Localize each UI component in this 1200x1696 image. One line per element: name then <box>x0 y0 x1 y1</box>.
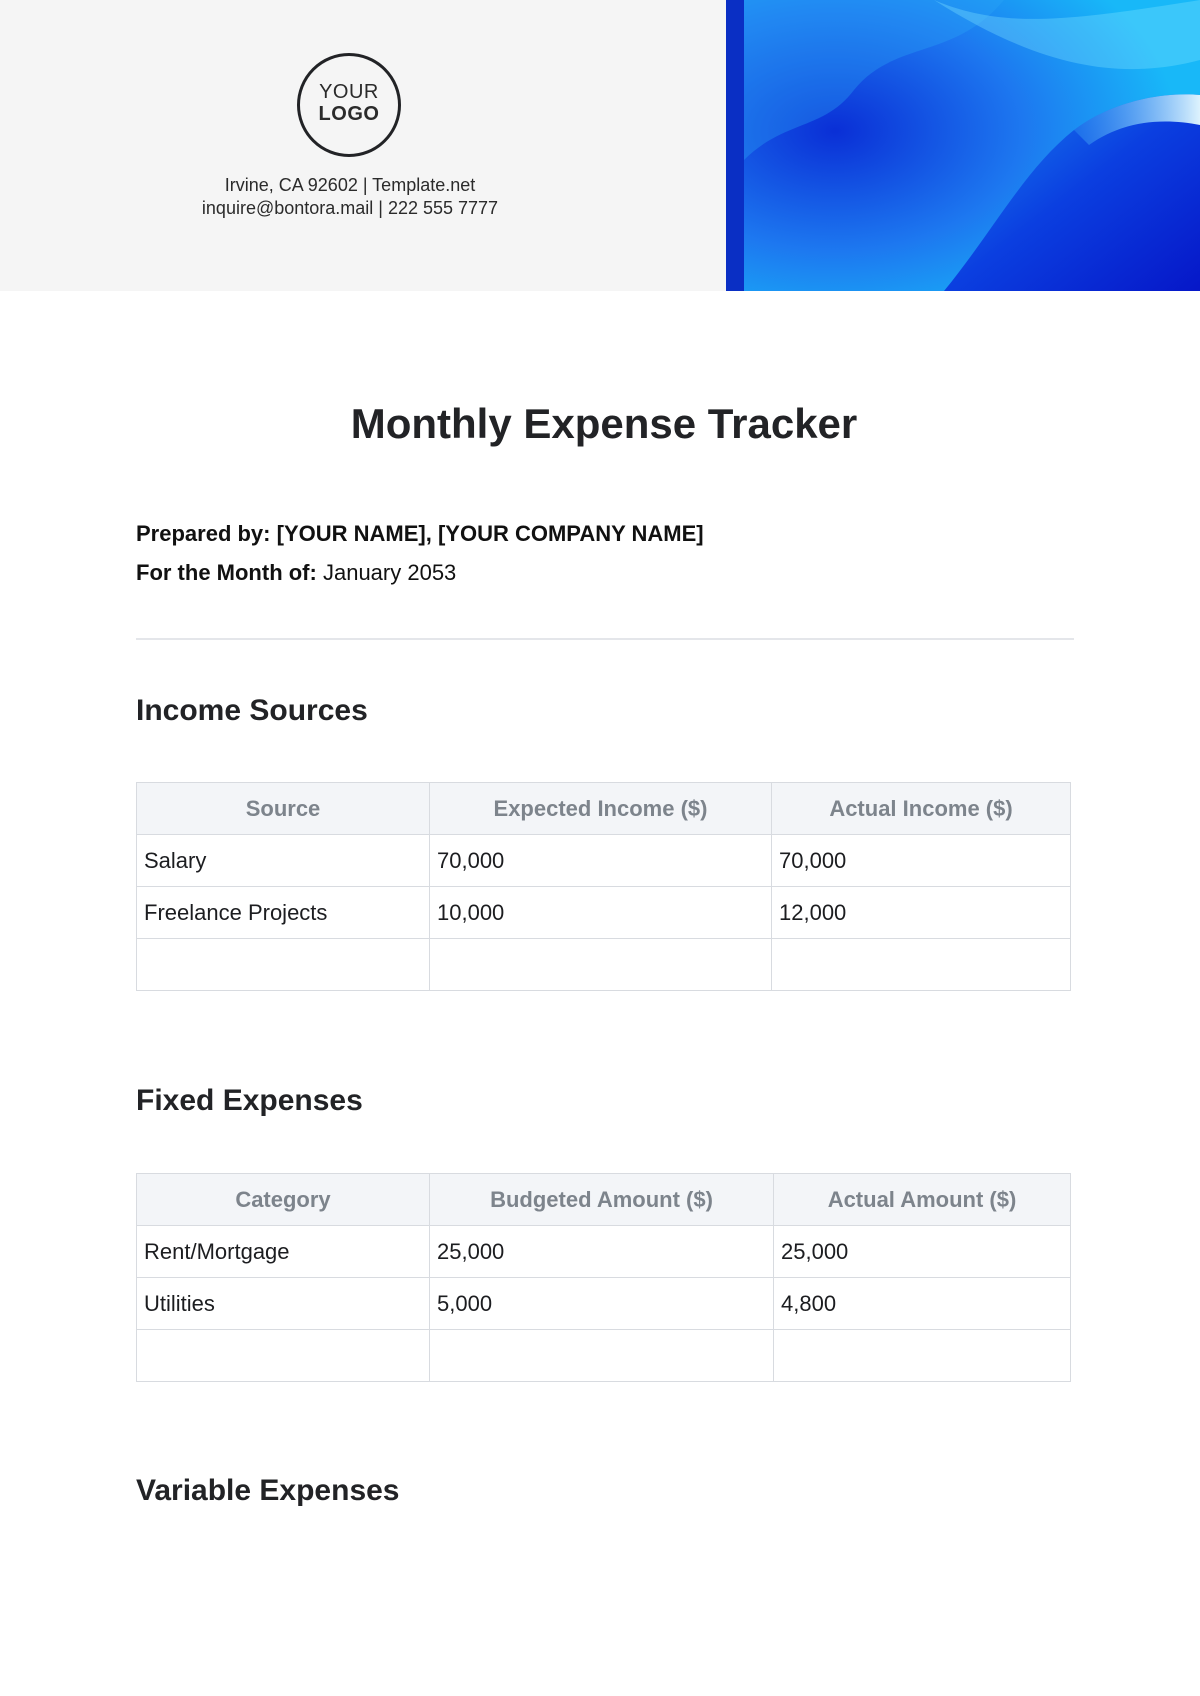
column-header: Actual Amount ($) <box>773 1173 1071 1226</box>
table-cell: Rent/Mortgage <box>136 1225 430 1278</box>
table-cell: Utilities <box>136 1277 430 1330</box>
column-header: Source <box>136 782 430 835</box>
column-header: Budgeted Amount ($) <box>429 1173 774 1226</box>
table-header-row: Source Expected Income ($) Actual Income… <box>136 782 1071 835</box>
table-cell: 5,000 <box>429 1277 774 1330</box>
table-cell <box>429 1329 774 1382</box>
month-label: For the Month of: <box>136 560 317 585</box>
fixed-expenses-table: Category Budgeted Amount ($) Actual Amou… <box>136 1173 1071 1382</box>
table-cell <box>429 938 772 991</box>
header-decorative-wave-image <box>744 0 1200 291</box>
table-cell: 10,000 <box>429 886 772 939</box>
table-cell: 70,000 <box>429 834 772 887</box>
header-accent-stripe <box>726 0 744 291</box>
header-info-panel: YOUR LOGO Irvine, CA 92602 | Template.ne… <box>0 0 726 291</box>
month-line: For the Month of: January 2053 <box>136 560 456 586</box>
table-row <box>136 938 1071 991</box>
month-value: January 2053 <box>322 560 457 585</box>
table-cell: 70,000 <box>771 834 1071 887</box>
column-header: Expected Income ($) <box>429 782 772 835</box>
column-header: Actual Income ($) <box>771 782 1071 835</box>
company-logo: YOUR LOGO <box>297 53 401 157</box>
table-row: Utilities 5,000 4,800 <box>136 1277 1071 1330</box>
fixed-expenses-section-title: Fixed Expenses <box>136 1084 363 1117</box>
prepared-by-label: Prepared by: <box>136 521 271 546</box>
table-row: Freelance Projects 10,000 12,000 <box>136 886 1071 939</box>
table-row: Rent/Mortgage 25,000 25,000 <box>136 1225 1071 1278</box>
logo-text-your: YOUR <box>319 81 379 103</box>
table-cell: 25,000 <box>429 1225 774 1278</box>
table-cell: 25,000 <box>773 1225 1071 1278</box>
page-header: YOUR LOGO Irvine, CA 92602 | Template.ne… <box>0 0 1200 291</box>
variable-expenses-section-title: Variable Expenses <box>136 1474 400 1507</box>
prepared-by-value: [YOUR NAME], [YOUR COMPANY NAME] <box>276 521 704 546</box>
contact-line: inquire@bontora.mail | 222 555 7777 <box>201 198 499 218</box>
income-table: Source Expected Income ($) Actual Income… <box>136 782 1071 991</box>
section-divider <box>136 638 1074 640</box>
table-cell <box>771 938 1071 991</box>
table-row <box>136 1329 1071 1382</box>
table-cell <box>136 1329 430 1382</box>
prepared-by-line: Prepared by: [YOUR NAME], [YOUR COMPANY … <box>136 521 704 547</box>
column-header: Category <box>136 1173 430 1226</box>
table-cell: 4,800 <box>773 1277 1071 1330</box>
table-cell: Freelance Projects <box>136 886 430 939</box>
logo-text-logo: LOGO <box>318 103 380 125</box>
table-cell: 12,000 <box>771 886 1071 939</box>
table-cell: Salary <box>136 834 430 887</box>
table-header-row: Category Budgeted Amount ($) Actual Amou… <box>136 1173 1071 1226</box>
income-section-title: Income Sources <box>136 694 368 727</box>
table-row: Salary 70,000 70,000 <box>136 834 1071 887</box>
table-cell <box>773 1329 1071 1382</box>
document-title: Monthly Expense Tracker <box>350 400 858 447</box>
address-line: Irvine, CA 92602 | Template.net <box>224 175 476 195</box>
table-cell <box>136 938 430 991</box>
